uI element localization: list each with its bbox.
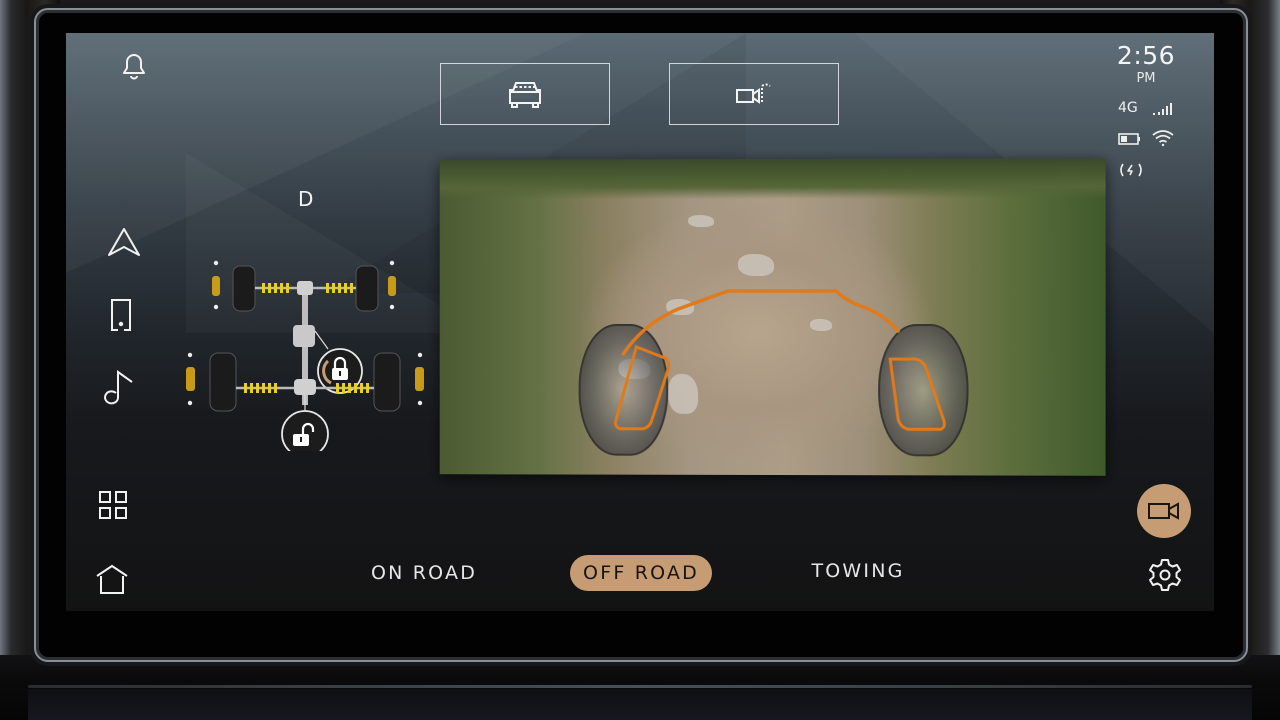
lower-console-panel [28, 689, 1252, 720]
grid-icon [99, 491, 127, 519]
sidebar-item-phone[interactable] [99, 293, 143, 337]
sensor-dot [417, 352, 423, 358]
rear-left-damper [186, 367, 195, 391]
sensor-dot [389, 260, 395, 266]
notifications-button[interactable] [112, 43, 156, 87]
tab-off-road[interactable]: OFF ROAD [570, 555, 712, 591]
rear-right-wheel [373, 352, 401, 412]
sidebar-item-home[interactable] [90, 557, 134, 601]
trajectory-guide [440, 158, 1106, 476]
rear-right-damper [415, 367, 424, 391]
sidebar-item-navigation[interactable] [102, 221, 146, 265]
network-type: 4G [1118, 100, 1138, 116]
signal-bars-icon [1152, 101, 1174, 120]
gear-icon [1149, 559, 1181, 591]
sensor-dot [187, 400, 193, 406]
tab-on-road[interactable]: ON ROAD [364, 555, 484, 591]
sensor-dot [213, 304, 219, 310]
gear-indicator: D [298, 187, 314, 211]
dashboard-trim-bottom [0, 655, 1280, 720]
car-front-icon [509, 82, 541, 108]
front-left-damper [212, 276, 220, 296]
sensor-dot [213, 260, 219, 266]
front-differential [297, 281, 313, 295]
sidebar-item-media[interactable] [96, 365, 140, 409]
wifi-icon [1151, 129, 1175, 151]
video-camera-icon [1148, 502, 1179, 520]
clock-time: 2:56 [1116, 41, 1176, 70]
sensor-dot [187, 352, 193, 358]
front-left-wheel [232, 265, 256, 312]
music-note-icon [104, 370, 133, 405]
front-view-button[interactable] [440, 63, 610, 125]
rear-diff-lock-indicator[interactable] [281, 410, 329, 451]
rear-left-wheel [209, 352, 237, 412]
transfer-case [293, 325, 315, 347]
camera-switch-button[interactable] [669, 63, 839, 125]
wireless-charging-icon [1119, 162, 1143, 182]
bell-icon [123, 54, 145, 80]
infotainment-screen: 2:56 PM 4G D ON ROAD OFF ROAD TOWING [66, 33, 1214, 611]
home-icon [96, 564, 128, 594]
camera-button[interactable] [1137, 484, 1191, 538]
sidebar-item-apps[interactable] [91, 483, 135, 527]
phone-icon [111, 299, 131, 331]
off-road-camera-feed[interactable] [439, 158, 1106, 476]
clock-ampm: PM [1136, 71, 1156, 86]
camera-view-icon [736, 83, 771, 104]
navigation-arrow-icon [108, 228, 140, 256]
rear-differential [294, 379, 316, 395]
sensor-dot [417, 400, 423, 406]
drivetrain-diagram [186, 260, 424, 451]
trim-ridge [28, 685, 1252, 688]
front-right-damper [388, 276, 396, 296]
front-right-wheel [355, 265, 379, 312]
tab-towing[interactable]: TOWING [806, 553, 910, 589]
sensor-dot [389, 304, 395, 310]
settings-button[interactable] [1144, 554, 1186, 596]
battery-icon [1118, 131, 1142, 150]
